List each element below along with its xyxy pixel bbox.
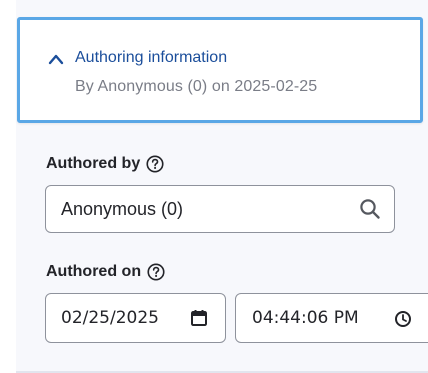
authored-on-time-value: 04:44:06 PM [252,308,359,328]
authored-on-time-input[interactable]: 04:44:06 PM [235,293,428,343]
authoring-information-summary[interactable]: Authoring information By Anonymous (0) o… [17,17,423,123]
authored-by-label: Authored by [46,155,141,172]
authored-on-label: Authored on [46,263,142,280]
authored-by-label-row: Authored by [46,152,164,176]
left-gutter [0,0,16,373]
summary-subtitle: By Anonymous (0) on 2025-02-25 [75,78,318,95]
authored-on-date-value: 02/25/2025 [61,308,159,328]
authoring-information-panel: Authoring information By Anonymous (0) o… [0,0,428,373]
calendar-icon[interactable] [190,309,208,327]
question-circle-icon[interactable] [146,155,164,173]
search-icon [360,199,380,219]
authored-by-input[interactable]: Anonymous (0) [45,185,395,233]
authored-on-date-input[interactable]: 02/25/2025 [45,293,226,343]
clock-icon[interactable] [394,310,412,328]
chevron-up-icon [48,54,64,65]
authored-by-value: Anonymous (0) [61,199,184,219]
authored-on-label-row: Authored on [46,260,165,284]
summary-title: Authoring information [75,49,228,66]
question-circle-icon[interactable] [147,263,165,281]
